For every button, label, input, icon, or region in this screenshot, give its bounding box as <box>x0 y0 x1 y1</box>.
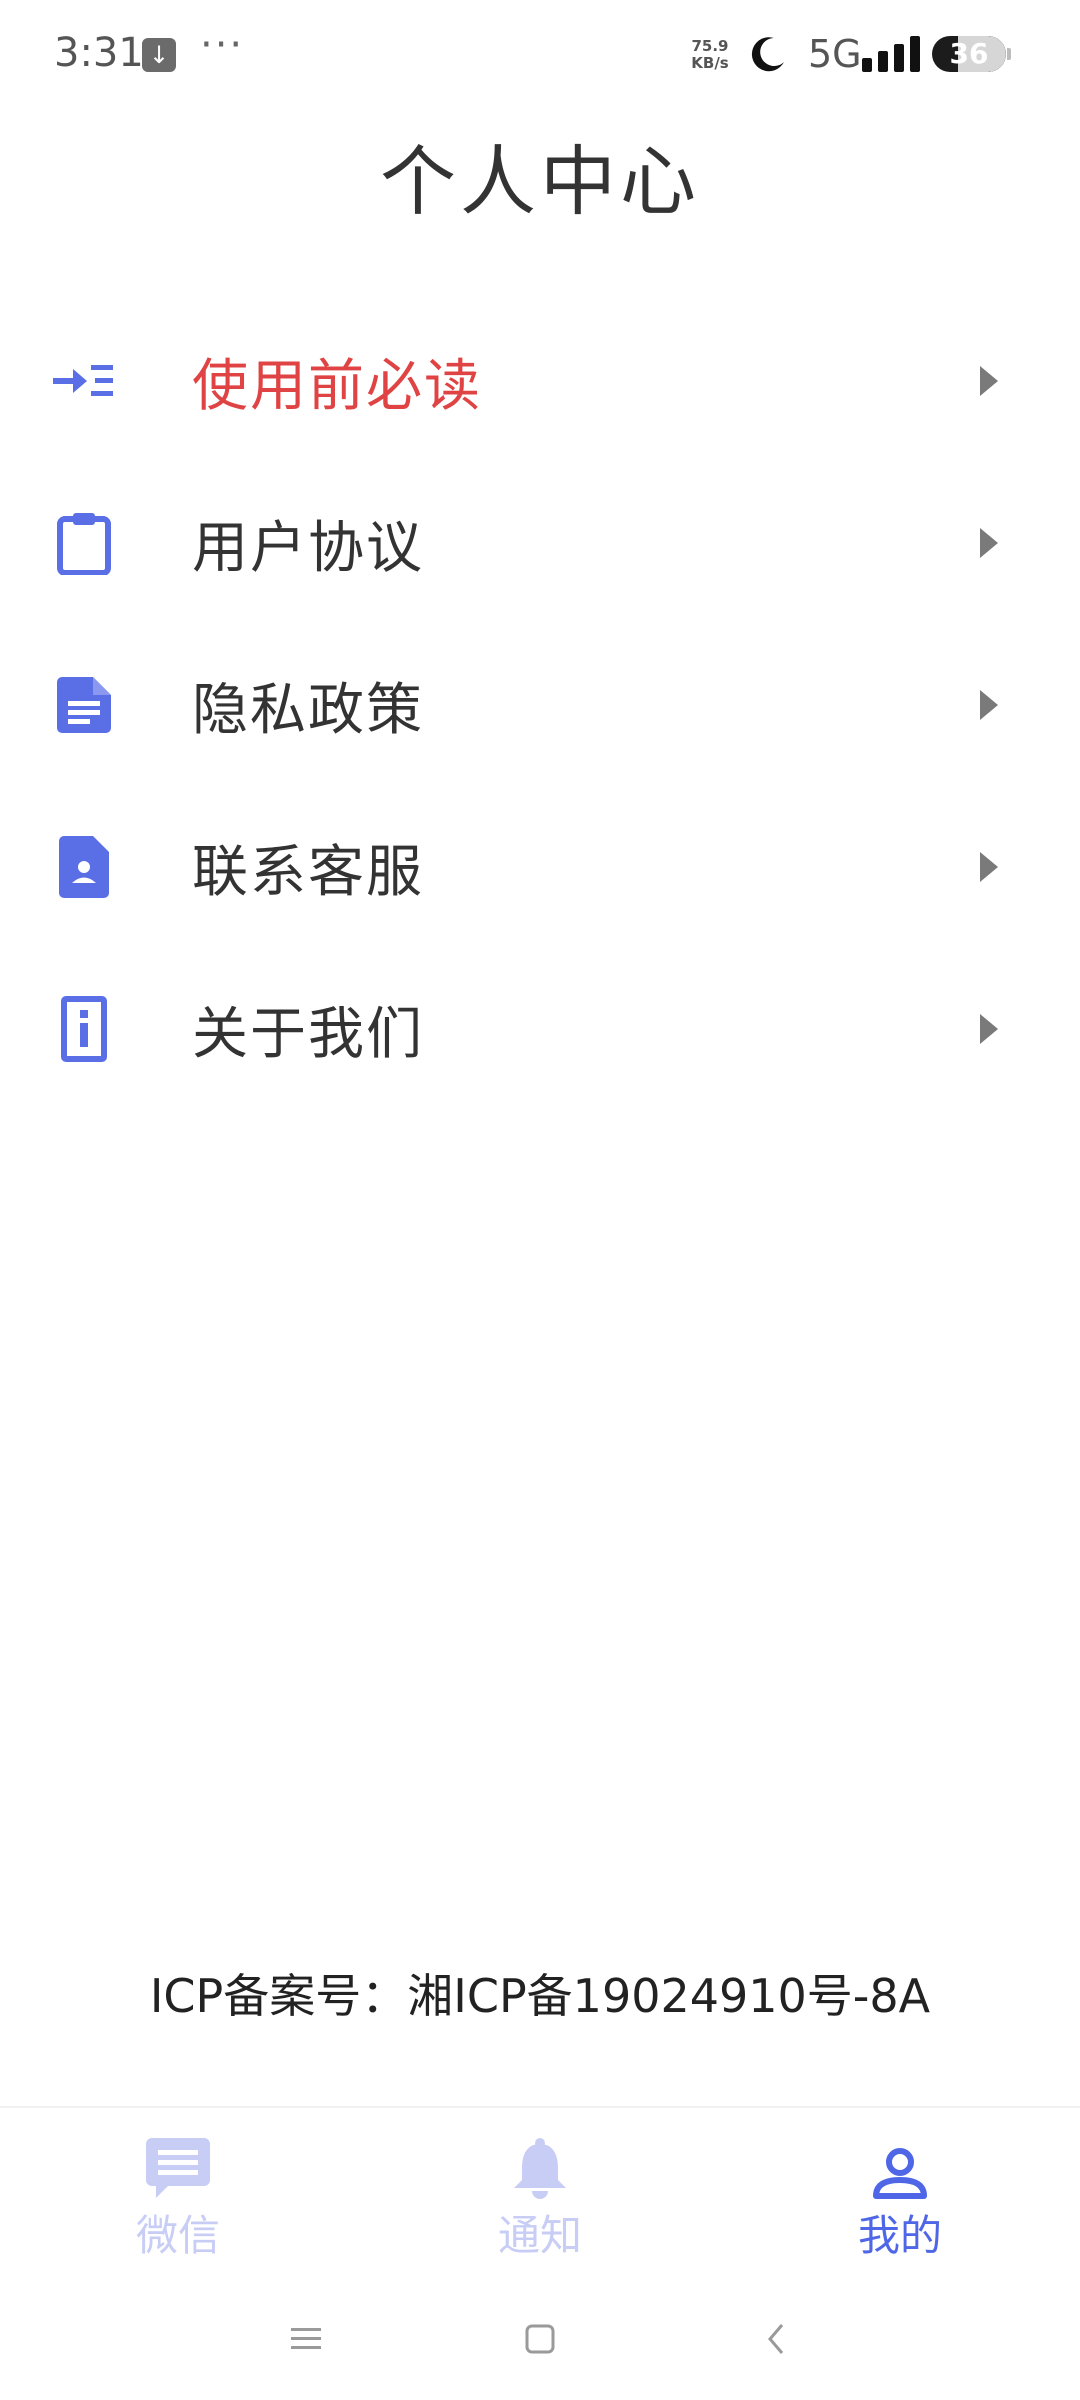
menu-item-label: 用户协议 <box>192 515 424 581</box>
clipboard-icon <box>52 511 116 575</box>
signal-icon <box>862 36 926 76</box>
contact-file-icon <box>52 835 116 899</box>
info-icon <box>52 996 116 1062</box>
bottom-tab-bar: 微信 通知 我的 <box>0 2106 1080 2270</box>
menu-item-about-us[interactable]: 关于我们 <box>0 948 1080 1110</box>
tab-notifications[interactable]: 通知 <box>450 2136 630 2263</box>
network-type: 5G <box>808 32 862 76</box>
moon-icon <box>748 34 788 78</box>
battery-level: 36 <box>949 37 989 70</box>
chevron-right-icon <box>980 366 998 396</box>
menu-item-contact-support[interactable]: 联系客服 <box>0 786 1080 948</box>
status-bar: 3:31 ↓ ··· 75.9 KB/s 5G 36 <box>0 0 1080 110</box>
tab-label: 微信 <box>135 2211 220 2260</box>
net-speed: 75.9 KB/s <box>688 38 732 72</box>
tab-mine[interactable]: 我的 <box>810 2136 990 2263</box>
menu-indent-icon <box>52 349 116 413</box>
screen: 3:31 ↓ ··· 75.9 KB/s 5G 36 个人中心 使用前必读 用户… <box>0 0 1080 2400</box>
download-notification-icon: ↓ <box>142 38 176 72</box>
chevron-right-icon <box>980 528 998 558</box>
back-icon[interactable] <box>746 2314 806 2364</box>
menu-list: 使用前必读 用户协议 隐私政策 联系客服 关于我们 <box>0 300 1080 1110</box>
menu-item-label: 使用前必读 <box>192 353 482 419</box>
battery-tip <box>1007 48 1011 60</box>
chevron-right-icon <box>980 690 998 720</box>
menu-item-label: 隐私政策 <box>192 677 424 743</box>
status-time: 3:31 <box>54 30 144 76</box>
menu-item-read-before-use[interactable]: 使用前必读 <box>0 300 1080 462</box>
home-icon[interactable] <box>510 2314 570 2364</box>
user-icon <box>810 2136 990 2200</box>
menu-item-label: 联系客服 <box>192 839 424 905</box>
tab-wechat[interactable]: 微信 <box>88 2136 268 2263</box>
net-speed-unit: KB/s <box>691 54 729 72</box>
tab-label: 我的 <box>857 2211 942 2260</box>
battery-icon: 36 <box>932 36 1006 72</box>
net-speed-value: 75.9 <box>691 37 729 55</box>
chat-icon <box>88 2136 268 2200</box>
menu-item-label: 关于我们 <box>192 1001 424 1067</box>
more-notifications-icon: ··· <box>200 22 245 68</box>
tab-label: 通知 <box>497 2211 582 2260</box>
page-title: 个人中心 <box>380 137 700 226</box>
menu-item-user-agreement[interactable]: 用户协议 <box>0 462 1080 624</box>
chevron-right-icon <box>980 852 998 882</box>
bell-icon <box>450 2136 630 2200</box>
menu-item-privacy-policy[interactable]: 隐私政策 <box>0 624 1080 786</box>
system-nav-bar <box>0 2290 1080 2390</box>
icp-record: ICP备案号：湘ICP备19024910号-8A <box>149 1969 931 2023</box>
chevron-right-icon <box>980 1014 998 1044</box>
document-icon <box>52 673 116 737</box>
menu-icon[interactable] <box>276 2314 336 2364</box>
